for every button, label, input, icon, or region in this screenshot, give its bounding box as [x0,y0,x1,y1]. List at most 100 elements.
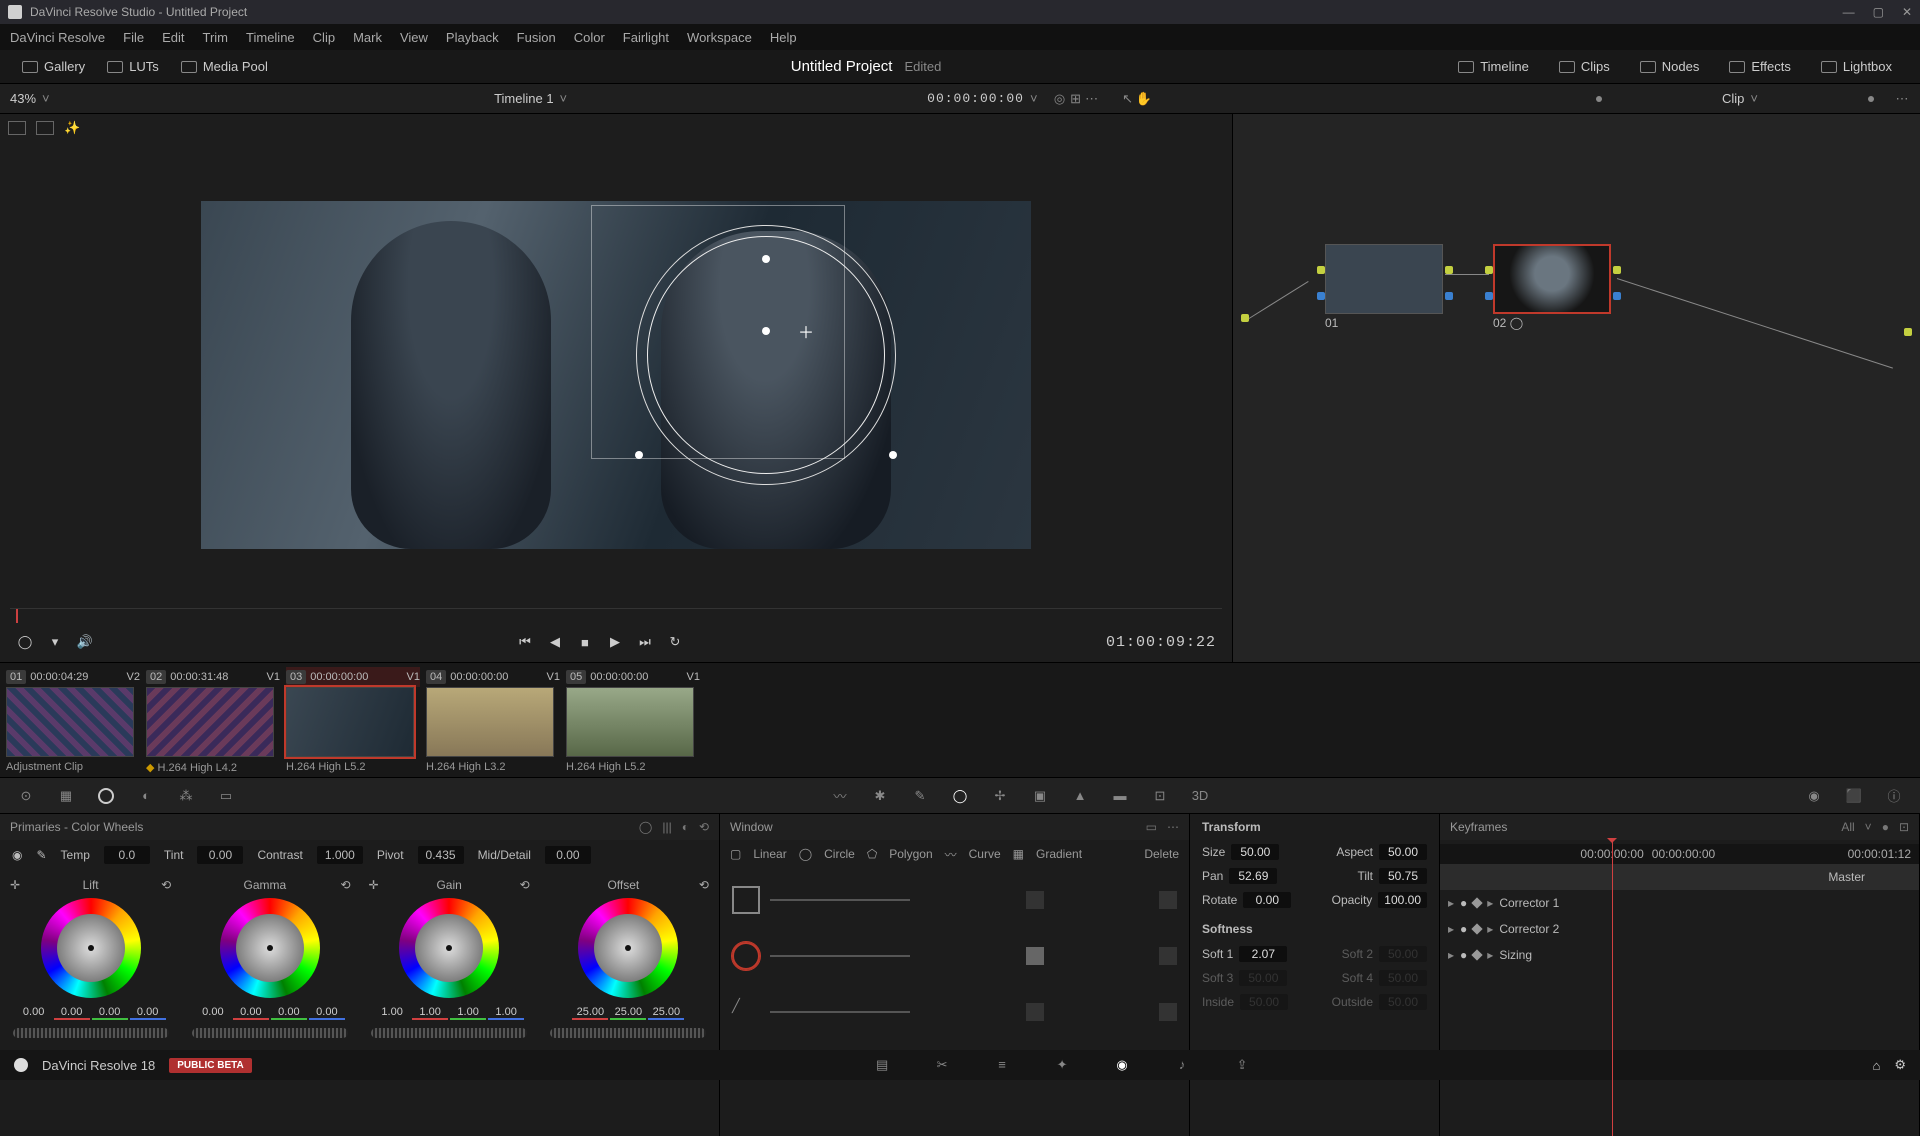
clips-button[interactable]: Clips [1551,55,1618,78]
clip-mode-dropdown[interactable]: Clip [1722,91,1744,106]
next-frame-button[interactable]: ⏭ [636,633,654,651]
first-frame-button[interactable]: ⏮ [516,633,534,651]
linear-type[interactable]: Linear [753,847,786,861]
stop-button[interactable]: ■ [576,633,594,651]
aspect-value[interactable]: 50.00 [1379,844,1427,860]
page-color-icon[interactable]: ◉ [1112,1057,1132,1073]
kf-master-row[interactable]: Master [1440,864,1919,890]
mediapool-button[interactable]: Media Pool [173,55,276,78]
contrast-value[interactable]: 1.000 [317,846,363,864]
kf-row[interactable]: ▸●▸Sizing [1440,942,1919,968]
temp-value[interactable]: 0.0 [104,846,150,864]
warper-icon[interactable]: ✱ [870,786,890,806]
motion-icon[interactable]: ▭ [216,786,236,806]
scrubber[interactable] [10,608,1222,622]
magic-mask-icon[interactable]: ▣ [1030,786,1050,806]
clip-thumbnail[interactable]: 0300:00:00:00V1 H.264 High L5.2 [286,667,420,774]
menu-fairlight[interactable]: Fairlight [623,30,669,45]
page-fusion-icon[interactable]: ✦ [1052,1057,1072,1073]
timeline-button[interactable]: Timeline [1450,55,1537,78]
tint-value[interactable]: 0.00 [197,846,243,864]
page-deliver-icon[interactable]: ⇪ [1232,1057,1252,1073]
play-button[interactable]: ▶ [606,633,624,651]
delete-window[interactable]: Delete [1144,847,1179,861]
reset-offset-icon[interactable]: ⟲ [699,878,709,892]
rgb-mixer-icon[interactable]: ⁂ [176,786,196,806]
offset-jog[interactable] [550,1028,706,1038]
invert-toggle-icon[interactable] [1159,1003,1177,1021]
menu-playback[interactable]: Playback [446,30,499,45]
reset-lift-icon[interactable]: ⟲ [161,878,171,892]
luts-button[interactable]: LUTs [99,55,167,78]
mask-toggle-icon[interactable] [1026,1003,1044,1021]
gallery-button[interactable]: Gallery [14,55,93,78]
maximize-button[interactable]: ▢ [1873,5,1884,19]
middetail-value[interactable]: 0.00 [545,846,591,864]
reset-gamma-icon[interactable]: ⟲ [340,878,350,892]
view-mode-1[interactable] [8,121,26,135]
menu-timeline[interactable]: Timeline [246,30,295,45]
pan-value[interactable]: 52.69 [1229,868,1277,884]
key-icon[interactable]: ▬ [1110,786,1130,806]
gain-jog[interactable] [371,1028,527,1038]
match-frame-icon[interactable]: ▾ [46,633,64,651]
clip-thumbnail[interactable]: 0200:00:31:48V1 ◆ H.264 High L4.2 [146,667,280,774]
viewer-timecode[interactable]: 00:00:00:00 [927,91,1024,106]
clip-thumbnail[interactable]: 0100:00:04:29V2 Adjustment Clip [6,667,140,774]
graph-output[interactable] [1904,328,1912,336]
mask-toggle-icon[interactable] [1026,947,1044,965]
menu-davinci[interactable]: DaVinci Resolve [10,30,105,45]
kf-all-dropdown[interactable]: All [1841,820,1854,834]
curves-icon[interactable]: 〰 [830,786,850,806]
zoom-dropdown[interactable]: 43% [10,91,36,106]
window-handle[interactable] [635,451,643,459]
hand-tool-icon[interactable]: ✋ [1136,91,1152,107]
curve-type[interactable]: Curve [969,847,1001,861]
tilt-value[interactable]: 50.75 [1379,868,1427,884]
menu-trim[interactable]: Trim [203,30,229,45]
gallery-still-icon[interactable]: ◉ [1804,786,1824,806]
reset-gain-icon[interactable]: ⟲ [520,878,530,892]
kf-expand-icon[interactable]: ⊡ [1899,820,1909,834]
menu-help[interactable]: Help [770,30,797,45]
offset-wheel[interactable] [578,898,678,998]
clip-thumbnail[interactable]: 0500:00:00:00V1 H.264 High L5.2 [566,667,700,774]
gamma-wheel[interactable] [220,898,320,998]
soft1-value[interactable]: 2.07 [1239,946,1287,962]
menu-color[interactable]: Color [574,30,605,45]
pivot-value[interactable]: 0.435 [418,846,464,864]
opacity-value[interactable]: 100.00 [1378,892,1427,908]
loop-button[interactable]: ↻ [666,633,684,651]
node-graph[interactable]: 01 02 ◯ [1232,114,1920,662]
viewer-frame[interactable]: ＋ [201,201,1031,549]
circle-type[interactable]: Circle [824,847,855,861]
circle-window-overlay[interactable] [636,225,896,485]
window-handle[interactable] [762,255,770,263]
rotate-value[interactable]: 0.00 [1243,892,1291,908]
window-handle[interactable] [889,451,897,459]
window-preset-icon[interactable]: ▭ [1146,820,1157,834]
3d-icon[interactable]: 3D [1190,786,1210,806]
view-mode-2[interactable] [36,121,54,135]
gradient-type[interactable]: Gradient [1036,847,1082,861]
menu-view[interactable]: View [400,30,428,45]
options-icon[interactable]: ⋯ [1894,91,1910,107]
page-media-icon[interactable]: ▤ [872,1057,892,1073]
lift-wheel[interactable] [41,898,141,998]
playhead[interactable] [16,609,18,623]
menu-clip[interactable]: Clip [313,30,335,45]
magic-wand-icon[interactable]: ✨ [64,120,80,136]
bars-mode-icon[interactable]: ||| [662,820,671,834]
window-center-icon[interactable]: ＋ [798,319,814,343]
effects-button[interactable]: Effects [1721,55,1799,78]
gamma-jog[interactable] [192,1028,348,1038]
close-button[interactable]: ✕ [1902,5,1912,19]
node-01[interactable]: 01 [1325,244,1445,330]
blur-icon[interactable]: ▲ [1070,786,1090,806]
lightbox-button[interactable]: Lightbox [1813,55,1900,78]
tracker-icon[interactable]: ✢ [990,786,1010,806]
window-shape-rect[interactable] [732,872,1177,928]
nodes-button[interactable]: Nodes [1632,55,1708,78]
wheels-icon[interactable] [96,786,116,806]
more-icon[interactable]: ⋯ [1084,91,1100,107]
